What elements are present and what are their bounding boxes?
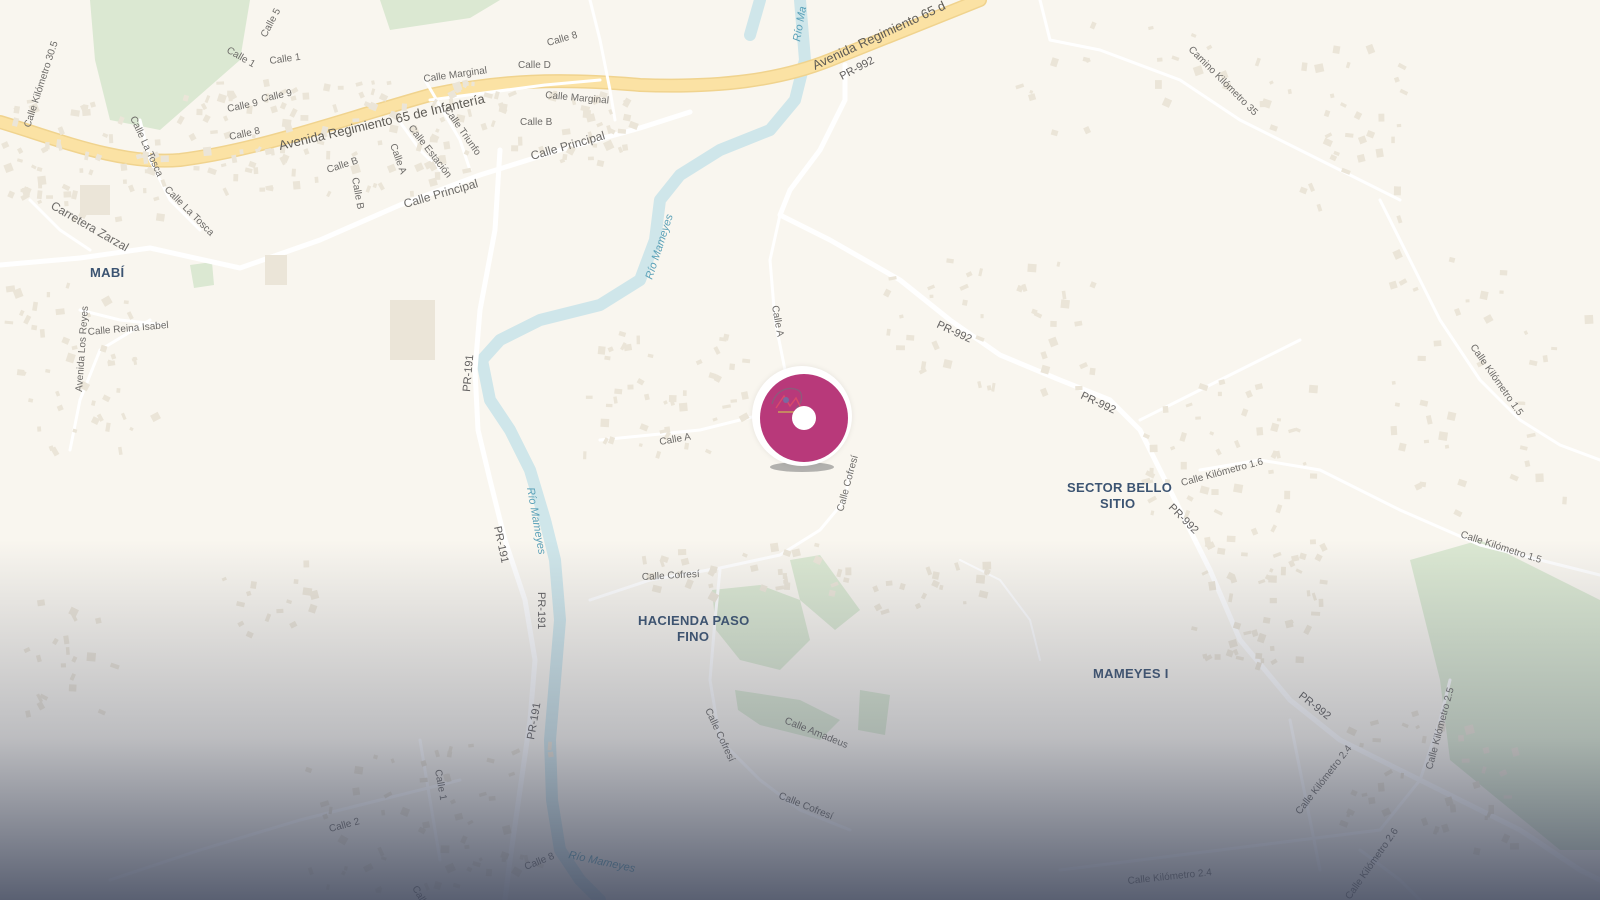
street-label-calle-b-a: Calle B [520,117,553,128]
route-label-pr191-c: PR-191 [535,592,547,629]
place-label-hacienda-1: HACIENDA PASO [638,613,750,628]
location-marker[interactable] [740,366,864,490]
place-label-hacienda-2: FINO [677,629,709,644]
place-label-bello-2: SITIO [1100,496,1135,511]
place-label-mabi: MABÍ [90,265,125,280]
place-label-bello-1: SECTOR BELLO [1067,480,1172,495]
map-canvas[interactable]: Avenida Regimiento 65 de Infantería Aven… [0,0,1600,900]
marker-center-dot [792,406,816,430]
street-label-calle-d: Calle D [518,60,551,71]
place-label-mameyes: MAMEYES I [1093,666,1169,681]
